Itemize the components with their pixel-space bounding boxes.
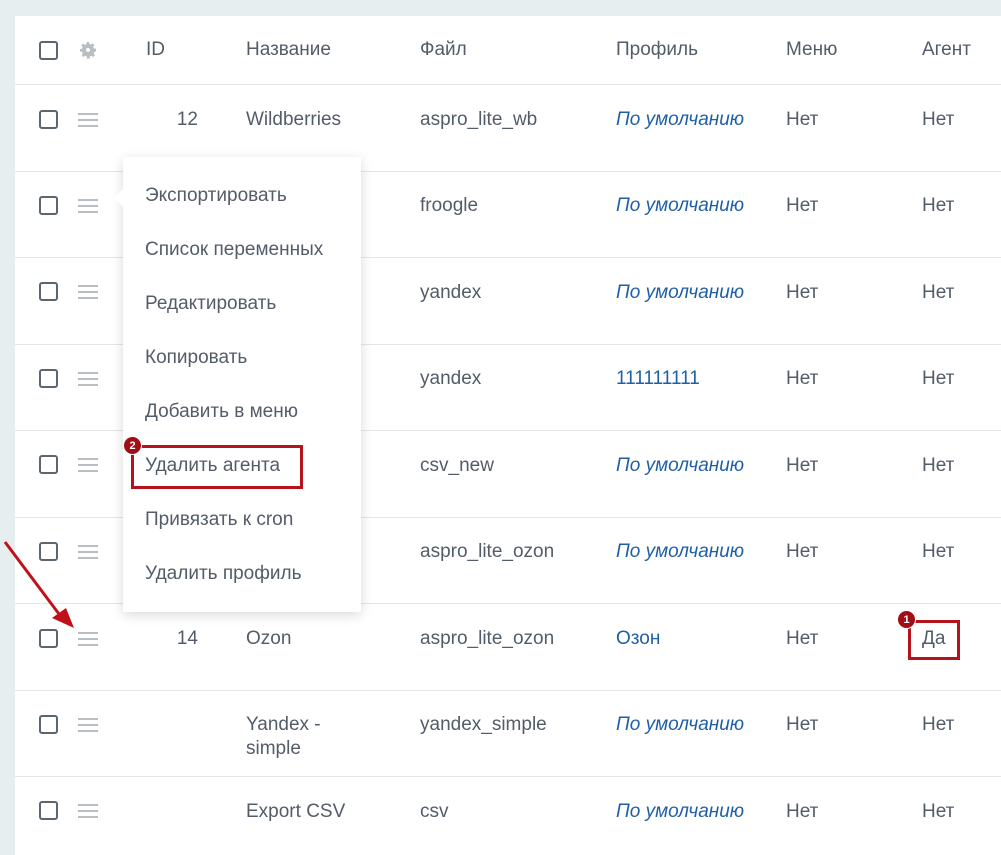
annotation-badge-1: 1 — [897, 610, 916, 629]
row-menu-icon[interactable] — [78, 545, 98, 559]
row-id: 12 — [176, 109, 198, 130]
row-checkbox[interactable] — [39, 715, 58, 734]
row-menu-icon[interactable] — [78, 113, 98, 127]
row-menu-icon[interactable] — [78, 718, 98, 732]
row-file: yandex — [420, 282, 482, 303]
row-menu-icon[interactable] — [78, 632, 98, 646]
row-menu: Нет — [786, 282, 819, 303]
row-context-menu: Экспортировать Список переменных Редакти… — [114, 157, 361, 612]
row-profile-link[interactable]: По умолчанию — [616, 281, 746, 305]
table-row[interactable]: Yandex - simple yandex_simple По умолчан… — [15, 691, 1001, 777]
menu-item-bind-cron[interactable]: Привязать к cron — [145, 508, 293, 532]
row-name: Ozon — [246, 628, 292, 649]
row-agent: Нет — [922, 714, 955, 735]
row-profile-link[interactable]: По умолчанию — [616, 540, 746, 564]
row-profile-link[interactable]: По умолчанию — [616, 108, 746, 132]
col-profile[interactable]: Профиль — [616, 38, 698, 62]
row-menu: Нет — [786, 368, 819, 389]
row-id: 14 — [176, 628, 198, 649]
row-menu-icon[interactable] — [78, 804, 98, 818]
row-menu-icon[interactable] — [78, 458, 98, 472]
row-profile-link[interactable]: По умолчанию — [616, 454, 746, 478]
row-menu: Нет — [786, 109, 819, 130]
row-checkbox[interactable] — [39, 455, 58, 474]
row-file: csv — [420, 801, 449, 822]
table-row[interactable]: 14 Ozon aspro_lite_ozon Озон Нет Да — [15, 604, 1001, 691]
row-agent: Нет — [922, 109, 955, 130]
row-file: aspro_lite_ozon — [420, 541, 555, 562]
menu-item-edit[interactable]: Редактировать — [145, 292, 276, 316]
col-id[interactable]: ID — [146, 38, 165, 62]
row-file: csv_new — [420, 455, 494, 476]
annotation-arrow-icon — [3, 541, 74, 628]
row-checkbox[interactable] — [39, 801, 58, 820]
row-menu: Нет — [786, 455, 819, 476]
gear-icon[interactable] — [78, 40, 98, 60]
row-agent: Нет — [922, 195, 955, 216]
table-header: ID Название Файл Профиль Меню Агент — [15, 16, 1001, 85]
menu-item-copy[interactable]: Копировать — [145, 346, 247, 370]
row-profile-link[interactable]: 111111111 — [616, 367, 746, 391]
row-file: yandex_simple — [420, 714, 547, 735]
row-checkbox[interactable] — [39, 369, 58, 388]
col-agent[interactable]: Агент — [922, 38, 971, 62]
menu-item-add-to-menu[interactable]: Добавить в меню — [145, 400, 298, 424]
row-profile-link[interactable]: По умолчанию — [616, 194, 746, 218]
row-menu: Нет — [786, 541, 819, 562]
col-file[interactable]: Файл — [420, 38, 467, 62]
row-agent: Нет — [922, 541, 955, 562]
row-menu: Нет — [786, 195, 819, 216]
col-name[interactable]: Название — [246, 38, 331, 62]
row-agent: Нет — [922, 368, 955, 389]
table-row[interactable]: Export CSV csv По умолчанию Нет Нет — [15, 777, 1001, 855]
row-file: aspro_lite_wb — [420, 109, 538, 130]
row-file: froogle — [420, 195, 479, 216]
row-name: Wildberries — [246, 109, 342, 130]
row-profile-link[interactable]: По умолчанию — [616, 800, 746, 824]
highlight-delete-agent — [131, 445, 303, 489]
row-menu-icon[interactable] — [78, 199, 98, 213]
row-menu: Нет — [786, 628, 819, 649]
menu-item-delete-profile[interactable]: Удалить профиль — [145, 562, 301, 586]
row-checkbox[interactable] — [39, 282, 58, 301]
row-menu-icon[interactable] — [78, 372, 98, 386]
highlight-agent-yes — [908, 620, 960, 660]
annotation-badge-2: 2 — [123, 436, 142, 455]
row-checkbox[interactable] — [39, 110, 58, 129]
row-profile-link[interactable]: Озон — [616, 627, 746, 651]
menu-item-export[interactable]: Экспортировать — [145, 184, 287, 208]
row-file: aspro_lite_ozon — [420, 628, 555, 649]
menu-item-variables[interactable]: Список переменных — [145, 238, 323, 262]
row-file: yandex — [420, 368, 482, 389]
row-agent: Нет — [922, 455, 955, 476]
row-profile-link[interactable]: По умолчанию — [616, 713, 746, 737]
row-menu-icon[interactable] — [78, 285, 98, 299]
row-name: Yandex - simple — [246, 714, 321, 759]
row-name: Export CSV — [246, 801, 346, 822]
row-agent: Нет — [922, 801, 955, 822]
row-menu: Нет — [786, 801, 819, 822]
col-menu[interactable]: Меню — [786, 38, 837, 62]
select-all-checkbox[interactable] — [39, 41, 58, 60]
row-agent: Нет — [922, 282, 955, 303]
row-menu: Нет — [786, 714, 819, 735]
row-checkbox[interactable] — [39, 196, 58, 215]
